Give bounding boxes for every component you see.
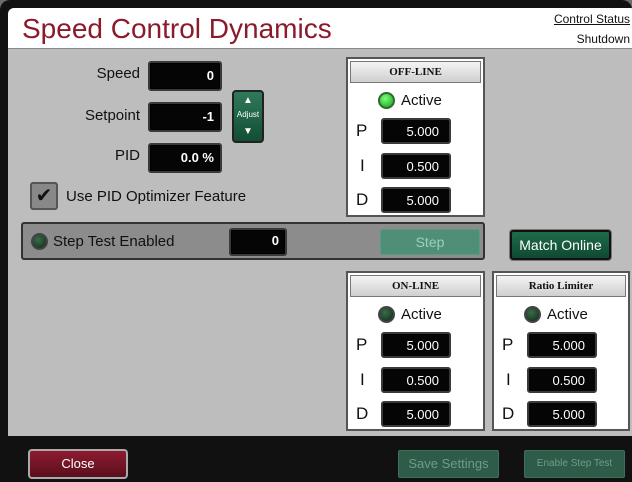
page-title: Speed Control Dynamics	[22, 13, 332, 44]
ratio-limiter-p-label: P	[502, 335, 514, 354]
down-arrow-icon[interactable]: ▼	[234, 125, 262, 139]
online-i-label: I	[360, 370, 365, 389]
checkmark-icon: ✔	[35, 185, 53, 207]
pid-optimizer-checkbox[interactable]: ✔	[30, 182, 58, 210]
ratio-limiter-i-label: I	[506, 370, 511, 389]
online-panel: ON-LINE Active P 5.000 I 0.500 D 5.000	[346, 271, 485, 431]
ratio-limiter-i-value[interactable]: 0.500	[527, 367, 597, 393]
step-button[interactable]: Step	[380, 229, 480, 255]
online-active-led-icon	[378, 306, 395, 323]
online-d-label: D	[356, 404, 369, 423]
pid-optimizer-label: Use PID Optimizer Feature	[66, 188, 247, 205]
up-arrow-icon[interactable]: ▲	[234, 94, 262, 108]
control-status-value: Shutdown	[576, 32, 630, 46]
ratio-limiter-d-label: D	[502, 404, 515, 423]
speed-label: Speed	[96, 65, 140, 82]
pid-value: 0.0 %	[148, 143, 222, 173]
ratio-limiter-d-value[interactable]: 5.000	[527, 401, 597, 427]
online-i-value[interactable]: 0.500	[381, 367, 451, 393]
window-frame: Speed Control Dynamics Control Status Sh…	[0, 0, 632, 482]
offline-i-value[interactable]: 0.500	[381, 153, 451, 179]
offline-active-led-icon	[378, 92, 395, 109]
main-panel: Speed 0 Setpoint -1 PID 0.0 % ▲ Adjust ▼…	[8, 48, 632, 436]
enable-step-test-button[interactable]: Enable Step Test	[524, 450, 625, 478]
setpoint-label: Setpoint	[84, 107, 140, 124]
setpoint-adjust-stepper[interactable]: ▲ Adjust ▼	[232, 90, 264, 143]
offline-p-value[interactable]: 5.000	[381, 118, 451, 144]
online-p-value[interactable]: 5.000	[381, 332, 451, 358]
ratio-limiter-title: Ratio Limiter	[496, 275, 626, 297]
online-d-value[interactable]: 5.000	[381, 401, 451, 427]
ratio-limiter-p-value[interactable]: 5.000	[527, 332, 597, 358]
offline-d-label: D	[356, 190, 369, 209]
speed-value: 0	[148, 61, 222, 91]
pid-label: PID	[114, 147, 140, 164]
save-settings-button[interactable]: Save Settings	[398, 450, 499, 478]
offline-p-label: P	[356, 121, 368, 140]
online-active-label: Active	[401, 306, 442, 323]
ratio-limiter-active-label: Active	[547, 306, 588, 323]
ratio-limiter-panel: Ratio Limiter Active P 5.000 I 0.500 D 5…	[492, 271, 630, 431]
online-p-label: P	[356, 335, 368, 354]
control-status-link[interactable]: Control Status	[554, 12, 630, 26]
offline-d-value[interactable]: 5.000	[381, 187, 451, 213]
adjust-label: Adjust	[236, 110, 260, 119]
step-test-value: 0	[229, 228, 287, 256]
step-test-row: Step Test Enabled 0 Step	[21, 222, 485, 260]
step-test-label: Step Test Enabled	[53, 233, 175, 250]
online-panel-title: ON-LINE	[350, 275, 481, 297]
step-test-led-icon	[31, 233, 48, 250]
ratio-limiter-active-led-icon	[524, 306, 541, 323]
offline-i-label: I	[360, 156, 365, 175]
offline-panel: OFF-LINE Active P 5.000 I 0.500 D 5.000	[346, 57, 485, 217]
setpoint-value: -1	[148, 102, 222, 132]
offline-active-label: Active	[401, 92, 442, 109]
header-bar: Speed Control Dynamics Control Status Sh…	[8, 8, 632, 48]
close-button[interactable]: Close	[28, 449, 128, 479]
offline-panel-title: OFF-LINE	[350, 61, 481, 83]
match-online-button[interactable]: Match Online	[510, 230, 611, 260]
